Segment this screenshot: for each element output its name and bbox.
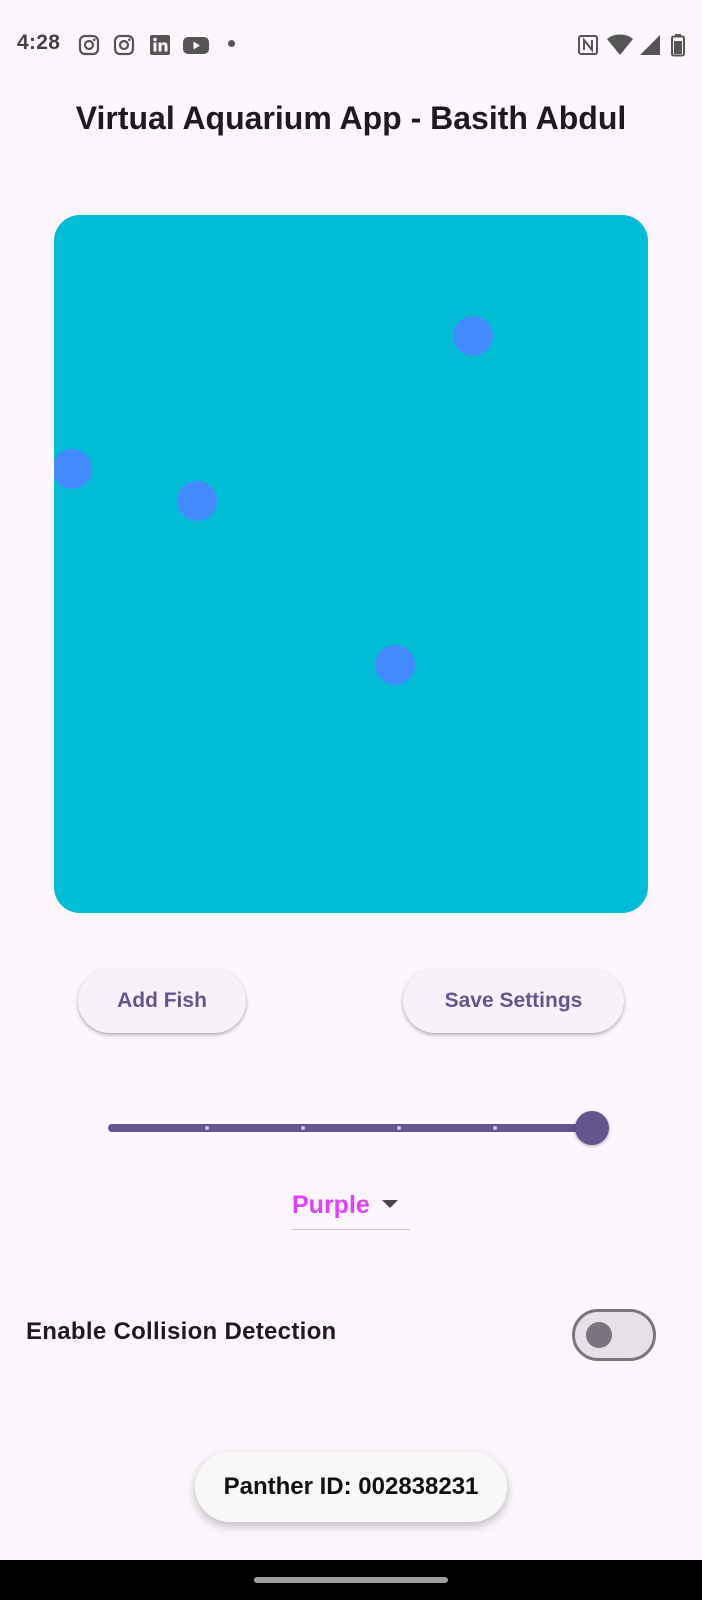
add-fish-button[interactable]: Add Fish	[78, 969, 246, 1033]
slider-tick	[205, 1126, 209, 1130]
slider-tick	[301, 1126, 305, 1130]
notification-dot	[228, 40, 235, 47]
toggle-knob	[586, 1322, 612, 1348]
collision-toggle-label: Enable Collision Detection	[26, 1318, 337, 1345]
linkedin-icon	[150, 35, 170, 55]
gesture-handle[interactable]	[254, 1577, 448, 1583]
app-title: Virtual Aquarium App - Basith Abdul	[75, 100, 627, 136]
status-bar: 4:28	[0, 0, 702, 90]
fish	[54, 449, 92, 489]
color-dropdown-value: Purple	[292, 1191, 370, 1219]
slider-track	[108, 1124, 592, 1132]
instagram-icon	[78, 34, 100, 56]
slider-tick	[493, 1126, 497, 1130]
battery-icon	[671, 34, 685, 57]
fish	[453, 316, 493, 356]
aquarium-tank[interactable]	[54, 215, 648, 913]
screen: 4:28 Virtual Aquarium App - Basith Abdul…	[0, 0, 702, 1600]
color-dropdown[interactable]: Purple	[292, 1182, 410, 1230]
collision-toggle[interactable]	[572, 1309, 656, 1361]
panther-id-chip: Panther ID: 002838231	[195, 1452, 507, 1522]
dropdown-arrow-icon	[382, 1200, 398, 1208]
status-time: 4:28	[17, 31, 61, 54]
cellular-signal-icon	[640, 35, 660, 55]
slider-thumb[interactable]	[575, 1111, 609, 1145]
nfc-icon	[578, 35, 598, 55]
fish	[375, 645, 415, 685]
fish	[177, 481, 217, 521]
slider-tick	[397, 1126, 401, 1130]
youtube-icon	[183, 37, 209, 54]
navigation-bar	[0, 1560, 702, 1600]
save-settings-button[interactable]: Save Settings	[403, 969, 624, 1033]
wifi-icon	[607, 34, 633, 55]
instagram-icon	[113, 34, 135, 56]
